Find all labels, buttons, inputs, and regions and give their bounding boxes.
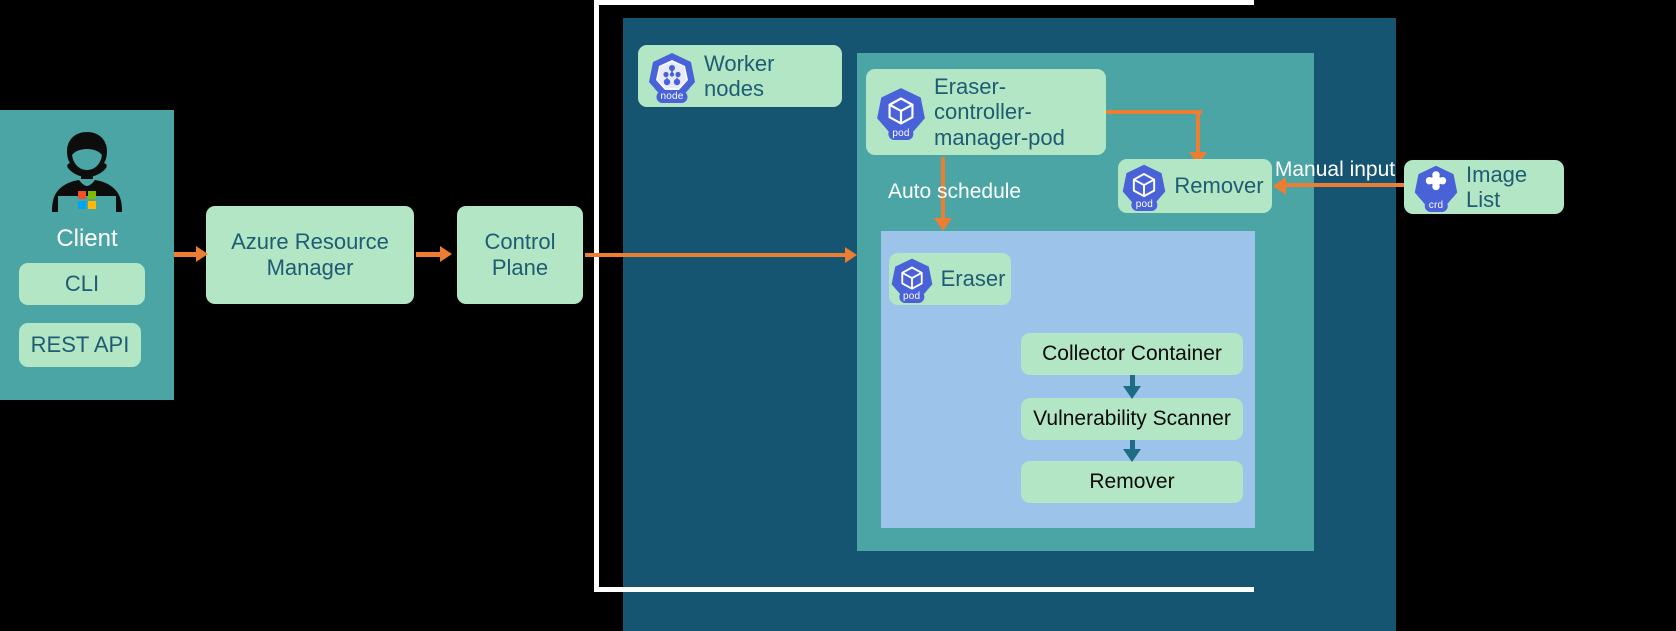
- collector-container-box[interactable]: Collector Container: [1021, 333, 1243, 375]
- arrow-client-to-arm-line: [174, 252, 198, 257]
- azure-resource-manager-box[interactable]: Azure Resource Manager: [206, 206, 414, 304]
- k8s-pod-icon: pod: [889, 256, 935, 303]
- arrow-arm-to-control-plane-head: [440, 246, 452, 262]
- eraser-controller-manager-pod-box[interactable]: pod Eraser-controller-manager-pod: [866, 69, 1106, 155]
- image-list-crd-box[interactable]: crd Image List: [1404, 160, 1564, 214]
- image-list-label: Image List: [1466, 161, 1528, 212]
- arrow-scanner-to-remover-head: [1123, 449, 1141, 462]
- arrow-auto-schedule-head: [934, 218, 952, 231]
- arrow-collector-to-scanner-head: [1123, 386, 1141, 399]
- arrow-controller-to-remover-vertical: [1196, 110, 1200, 158]
- eraser-pod-label: Eraser: [940, 266, 1006, 292]
- client-title: Client: [56, 225, 118, 252]
- arrow-client-to-arm-head: [196, 246, 208, 262]
- auto-schedule-label: Auto schedule: [888, 180, 1022, 203]
- worker-nodes-box[interactable]: node Worker nodes: [638, 45, 842, 107]
- remover-pod-label: Remover: [1174, 173, 1264, 199]
- k8s-crd-badge: crd: [1424, 200, 1448, 212]
- control-plane-box[interactable]: Control Plane: [457, 206, 583, 304]
- client-option-rest-api[interactable]: REST API: [19, 323, 141, 367]
- eraser-controller-manager-pod-label: Eraser-controller-manager-pod: [934, 74, 1065, 150]
- arrow-control-plane-to-cluster-line: [585, 253, 847, 257]
- vulnerability-scanner-box[interactable]: Vulnerability Scanner: [1021, 398, 1243, 440]
- manual-input-label: Manual input: [1274, 158, 1396, 181]
- arrow-image-list-to-remover-line: [1285, 183, 1405, 187]
- remover-pod-box[interactable]: pod Remover: [1118, 159, 1272, 213]
- k8s-crd-icon: crd: [1412, 163, 1460, 212]
- k8s-node-badge: node: [656, 91, 688, 103]
- k8s-pod-badge: pod: [888, 128, 914, 140]
- k8s-pod-badge: pod: [898, 291, 925, 303]
- k8s-pod-icon: pod: [1120, 162, 1168, 211]
- worker-nodes-label: Worker nodes: [704, 50, 775, 101]
- arrow-arm-to-control-plane-line: [416, 252, 442, 257]
- k8s-pod-badge: pod: [1131, 199, 1158, 211]
- k8s-pod-icon: pod: [874, 85, 928, 140]
- arrow-control-plane-to-cluster-head: [845, 247, 857, 263]
- client-option-cli[interactable]: CLI: [19, 263, 145, 305]
- k8s-node-icon: node: [646, 50, 698, 103]
- remover-container-box[interactable]: Remover: [1021, 461, 1243, 503]
- arrow-controller-to-remover-horizontal: [1106, 110, 1202, 114]
- client-person-icon: [37, 128, 137, 216]
- eraser-pod-box[interactable]: pod Eraser: [889, 253, 1011, 305]
